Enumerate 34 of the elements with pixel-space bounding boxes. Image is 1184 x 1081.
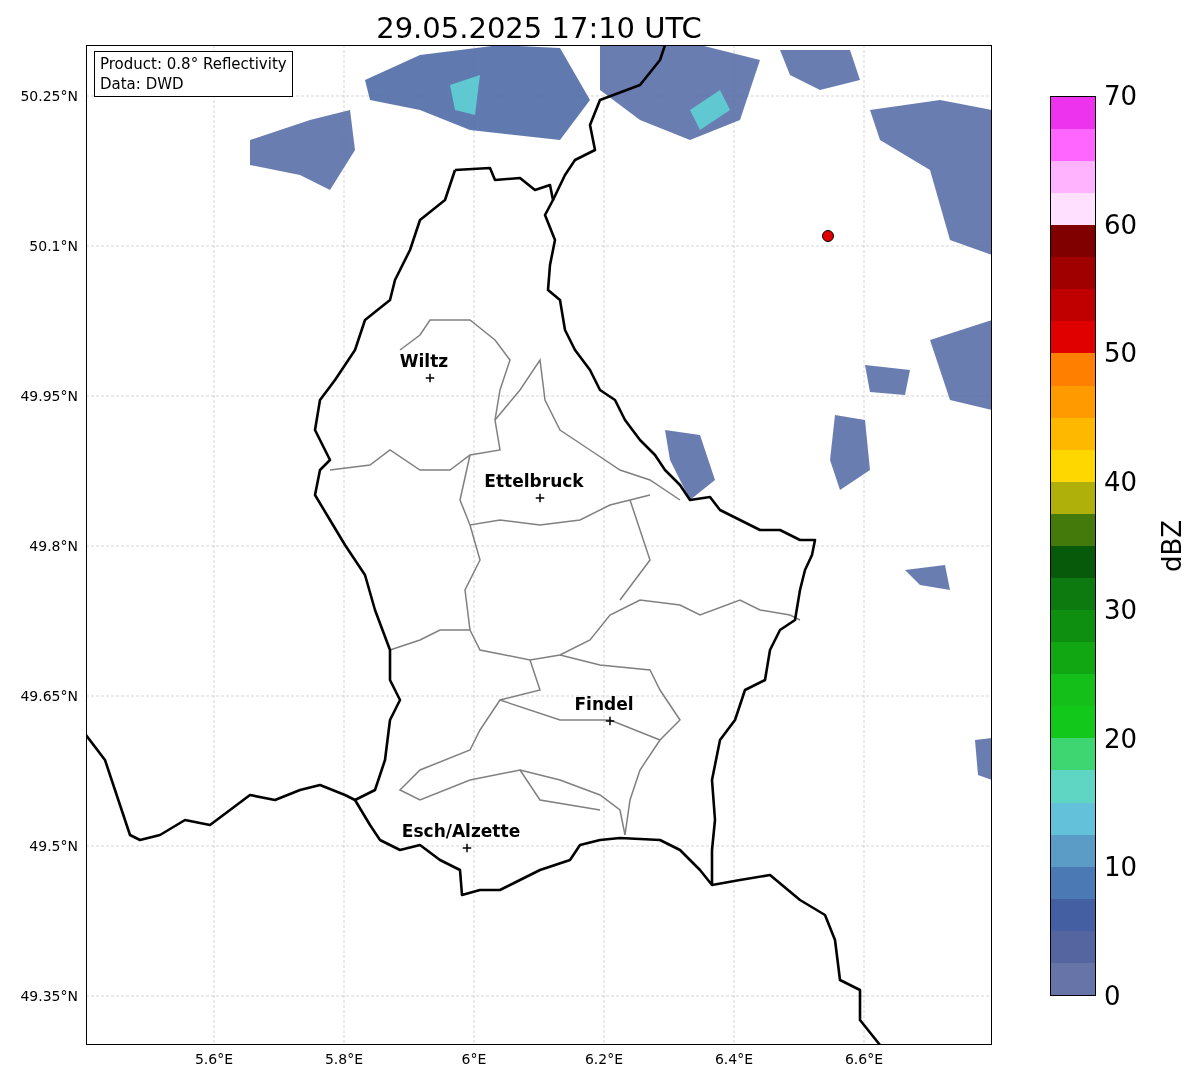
radar-site-marker-icon xyxy=(821,229,835,243)
longitude-label: 6.2°E xyxy=(584,1051,624,1067)
longitude-label: 6.6°E xyxy=(844,1051,884,1067)
latitude-label: 50.1°N xyxy=(29,238,78,254)
info-text: Data: DWD xyxy=(100,74,185,94)
cross-marker-icon xyxy=(605,716,615,726)
place-label: Wiltz xyxy=(399,351,449,371)
latitude-label: 49.35°N xyxy=(20,988,78,1004)
colorbar-tick-label: 0 xyxy=(1104,983,1121,1009)
place-label: Esch/Alzette xyxy=(401,821,521,841)
chart-title: 29.05.2025 17:10 UTC xyxy=(375,10,703,45)
cross-marker-icon xyxy=(462,843,472,853)
latitude-label: 50.25°N xyxy=(20,88,78,104)
info-text: Product: 0.8° Reflectivity xyxy=(100,54,287,74)
place-label: Ettelbruck xyxy=(484,471,584,491)
colorbar-tick-label: 40 xyxy=(1104,468,1138,495)
place-label: Findel xyxy=(574,694,634,714)
colorbar-tick-label: 70 xyxy=(1104,83,1138,109)
colorbar-tick-label: 30 xyxy=(1104,597,1138,624)
colorbar-tick-label: 20 xyxy=(1104,725,1138,752)
colorbar-tick-label: 10 xyxy=(1104,854,1138,881)
longitude-label: 5.8°E xyxy=(324,1051,364,1067)
colorbar-tick-label: 50 xyxy=(1104,340,1138,367)
latitude-label: 49.95°N xyxy=(20,388,78,404)
latitude-label: 49.8°N xyxy=(29,538,78,554)
longitude-label: 5.6°E xyxy=(194,1051,234,1067)
colorbar-tick-label: 60 xyxy=(1104,211,1138,238)
latitude-label: 49.65°N xyxy=(20,688,78,704)
longitude-label: 6°E xyxy=(461,1051,487,1067)
cross-marker-icon xyxy=(535,493,545,503)
colorbar-label: dBZ xyxy=(1157,519,1184,573)
longitude-label: 6.4°E xyxy=(714,1051,754,1067)
cross-marker-icon xyxy=(425,373,435,383)
latitude-label: 49.5°N xyxy=(29,838,78,854)
